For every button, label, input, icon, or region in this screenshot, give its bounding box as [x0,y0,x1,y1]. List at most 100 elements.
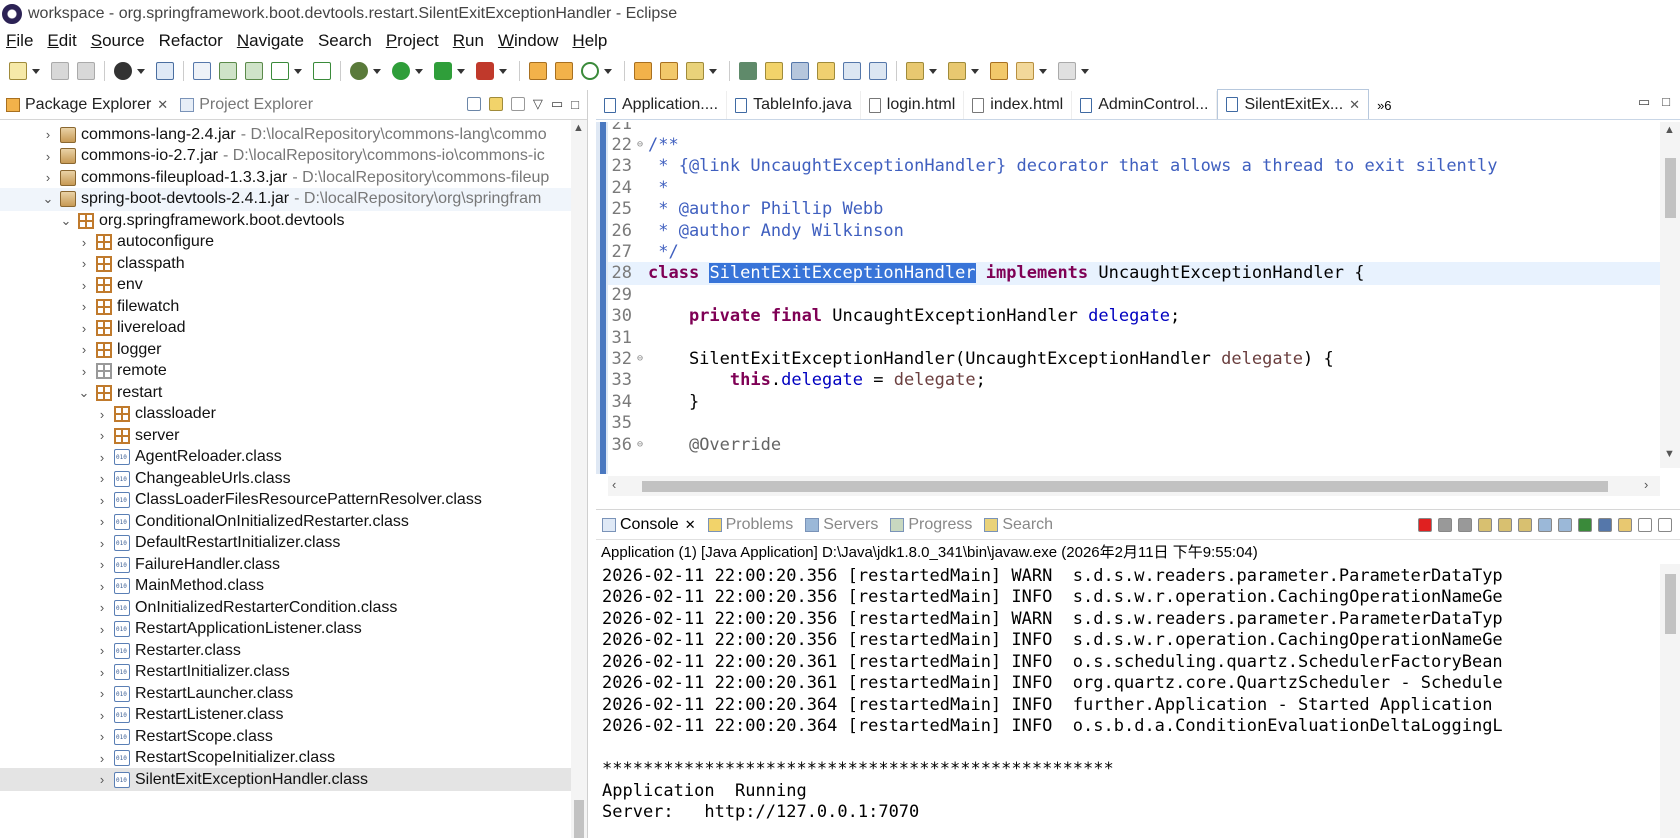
chevron-right-icon[interactable]: › [96,708,108,723]
terminal-icon[interactable] [156,62,174,80]
tree-item[interactable]: › SilentExitExceptionHandler.class [0,768,572,791]
tree-item[interactable]: › server [0,424,572,447]
refresh-dropdown-icon[interactable] [604,68,612,74]
chevron-right-icon[interactable]: › [96,772,108,787]
code-line[interactable]: 22 ⊖/** [608,133,1660,156]
tree-item[interactable]: › autoconfigure [0,231,572,254]
tree-item[interactable]: › RestartScopeInitializer.class [0,747,572,770]
tab-problems[interactable]: Problems [702,510,800,540]
tree-item[interactable]: › commons-fileupload-1.3.3.jar - D:\localR… [0,166,572,189]
chevron-right-icon[interactable]: › [96,729,108,744]
remove-all-icon[interactable] [1458,518,1472,532]
chevron-right-icon[interactable]: › [96,643,108,658]
chevron-right-icon[interactable]: › [96,665,108,680]
mark-occurrences-icon[interactable] [765,62,783,80]
next-annotation-icon[interactable] [906,62,924,80]
scrollbar-thumb[interactable] [574,800,584,838]
toggle-breadcrumb-icon[interactable] [739,62,757,80]
tree-item[interactable]: › commons-io-2.7.jar - D:\localRepository\… [0,145,572,168]
show-whitespace-icon[interactable] [843,62,861,80]
next-annotation-dropdown-icon[interactable] [929,68,937,74]
tab-package-explorer[interactable]: Package Explorer ✕ [0,90,174,120]
tab-console[interactable]: Console ✕ [596,510,702,540]
tab-search[interactable]: Search [978,510,1059,540]
chevron-right-icon[interactable]: › [78,256,90,271]
tree-item[interactable]: › ChangeableUrls.class [0,467,572,490]
editor-horizontal-scrollbar[interactable]: ‹ › [608,476,1660,496]
tree-item[interactable]: › MainMethod.class [0,575,572,598]
code-editor[interactable]: 21 22 ⊖/** 23 * {@link UncaughtExceptionHan… [596,122,1680,474]
new-package-icon[interactable] [555,62,573,80]
chevron-right-icon[interactable]: › [96,428,108,443]
tab-progress[interactable]: Progress [884,510,978,540]
tree-item[interactable]: › RestartApplicationListener.class [0,618,572,641]
tab-servers[interactable]: Servers [799,510,884,540]
scrollbar-thumb[interactable] [1665,574,1676,634]
chevron-right-icon[interactable]: › [96,751,108,766]
open-type-icon[interactable] [634,62,652,80]
scroll-up-icon[interactable]: ▲ [1664,124,1675,136]
external-tools-icon[interactable] [476,62,494,80]
task-dropdown-icon[interactable] [294,68,302,74]
code-line[interactable]: 24 * [608,176,1660,199]
tree-item[interactable]: ⌄ restart [0,381,572,404]
scroll-lock-icon[interactable] [1498,518,1512,532]
chevron-right-icon[interactable]: › [78,342,90,357]
tree-item[interactable]: › logger [0,338,572,361]
external-tools-dropdown-icon[interactable] [499,68,507,74]
editor-tab[interactable]: AdminControl... [1072,91,1218,119]
clear-console-icon[interactable] [1478,518,1492,532]
menu-help[interactable]: Help [572,31,607,51]
search-tool-icon[interactable] [686,62,704,80]
code-line[interactable]: 36 ⊖ @Override [608,433,1660,456]
server-icon[interactable] [245,62,263,80]
new-java-project-icon[interactable] [313,62,331,80]
last-edit-icon[interactable] [990,62,1008,80]
menu-source[interactable]: Source [91,31,145,51]
menu-window[interactable]: Window [498,31,558,51]
maximize-icon[interactable] [1658,518,1672,532]
maximize-icon[interactable]: □ [1662,94,1670,110]
word-wrap-icon[interactable] [1518,518,1532,532]
tree-item[interactable]: › Restarter.class [0,639,572,662]
forward-dropdown-icon[interactable] [1081,68,1089,74]
coverage-dropdown-icon[interactable] [457,68,465,74]
run-icon[interactable] [392,62,410,80]
build-icon[interactable] [219,62,237,80]
tab-overflow-button[interactable]: »6 [1377,98,1391,113]
tree-item[interactable]: ⌄ spring-boot-devtools-2.4.1.jar - D:\loca… [0,187,572,211]
editor-vertical-scrollbar[interactable]: ▲ ▼ [1660,122,1680,468]
task-icon[interactable] [271,62,289,80]
chevron-down-icon[interactable]: ⌄ [60,213,72,229]
editor-tab[interactable]: index.html [964,91,1073,119]
code-line[interactable]: 28 class SilentExitExceptionHandler imple… [608,261,1660,285]
open-folder-icon[interactable] [660,62,678,80]
new-dropdown-icon[interactable] [32,68,40,74]
profile-dropdown-icon[interactable] [137,68,145,74]
menu-run[interactable]: Run [453,31,484,51]
chevron-right-icon[interactable]: › [96,622,108,637]
chevron-right-icon[interactable]: › [78,235,90,250]
tree-item[interactable]: › AgentReloader.class [0,446,572,469]
pin-console-icon[interactable] [1578,518,1592,532]
editor-tab[interactable]: login.html [861,91,965,119]
code-line[interactable]: 32 ⊖ SilentExitExceptionHandler(UncaughtE… [608,347,1660,370]
skip-breakpoints-icon[interactable] [193,62,211,80]
tree-item[interactable]: › filewatch [0,295,572,318]
code-line[interactable]: 35 [608,412,1660,435]
minimize-icon[interactable] [1638,518,1652,532]
debug-icon[interactable] [350,62,368,80]
chevron-right-icon[interactable]: › [96,493,108,508]
previous-annotation-dropdown-icon[interactable] [971,68,979,74]
code-line[interactable]: 25 * @author Phillip Webb [608,198,1660,221]
tree-item[interactable]: › classpath [0,252,572,275]
chevron-right-icon[interactable]: › [96,686,108,701]
refresh-icon[interactable] [581,62,599,80]
show-on-error-icon[interactable] [1558,518,1572,532]
tree-item[interactable]: › ConditionalOnInitializedRestarter.class [0,510,572,533]
tree-item[interactable]: › RestartLauncher.class [0,682,572,705]
code-line[interactable]: 26 * @author Andy Wilkinson [608,219,1660,242]
save-icon[interactable] [51,62,69,80]
view-menu-icon[interactable]: ▽ [533,96,543,112]
back-dropdown-icon[interactable] [1039,68,1047,74]
